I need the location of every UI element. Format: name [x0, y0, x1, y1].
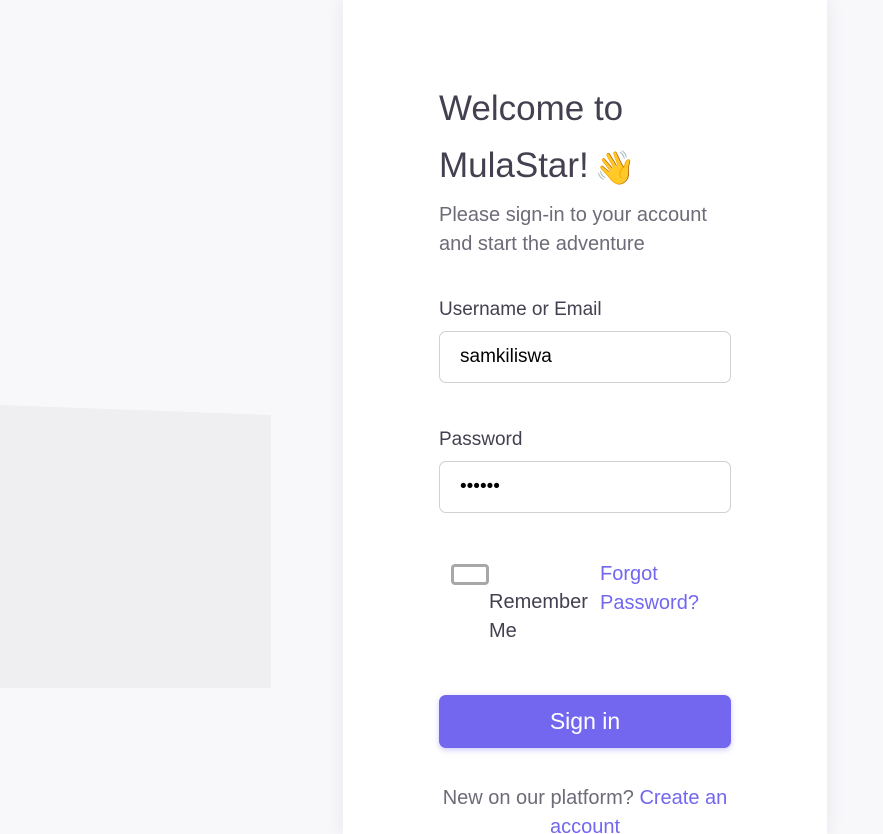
login-options: Remember Me Forgot Password? [439, 543, 731, 673]
remember-me-checkbox[interactable] [451, 564, 489, 585]
username-label: Username or Email [439, 299, 602, 320]
signup-row: New on our platform? Create an account [439, 784, 731, 834]
welcome-title-line2: MulaStar! [439, 146, 589, 185]
signup-prompt: New on our platform? [442, 787, 634, 809]
login-page: Welcome to MulaStar! 👋 Please sign-in to … [0, 0, 883, 834]
password-input[interactable] [439, 461, 731, 513]
forgot-password-link[interactable]: Forgot Password? [600, 560, 725, 618]
password-label: Password [439, 429, 523, 450]
welcome-title: Welcome to MulaStar! 👋 [439, 80, 731, 196]
login-content: Welcome to MulaStar! 👋 Please sign-in to … [439, 80, 731, 834]
login-card: Welcome to MulaStar! 👋 Please sign-in to … [343, 0, 827, 834]
login-form: Username or Email Password Remember Me F… [439, 299, 731, 748]
waving-hand-icon: 👋 [594, 149, 636, 186]
welcome-subtitle: Please sign-in to your account and start… [439, 204, 707, 255]
illustration-background [0, 405, 271, 688]
remember-me-label: Remember Me [489, 591, 588, 642]
username-input[interactable] [439, 331, 731, 383]
welcome-title-line1: Welcome to [439, 89, 624, 128]
sign-in-button[interactable]: Sign in [439, 695, 731, 748]
